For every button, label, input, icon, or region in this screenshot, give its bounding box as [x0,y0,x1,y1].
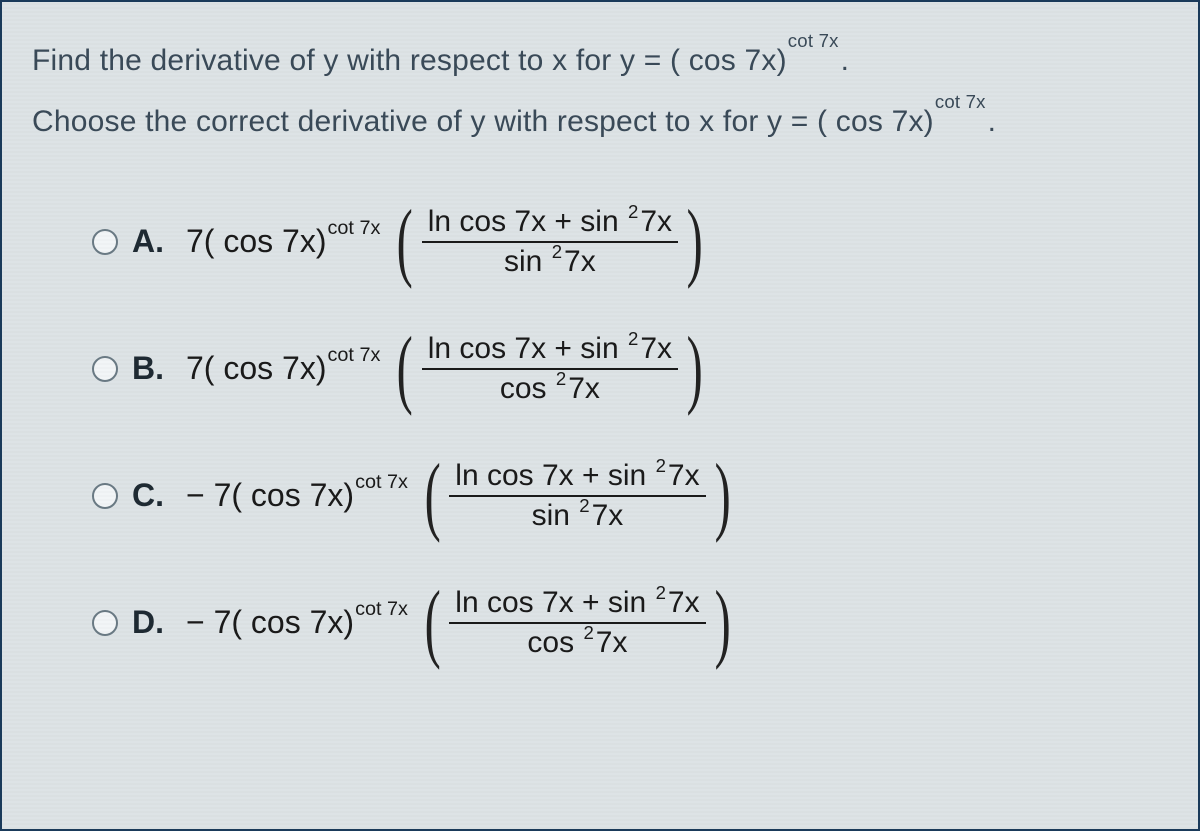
num-c-1: ln cos 7x + sin [455,459,646,493]
exp-d: cot 7x [355,598,408,621]
exp-b: cot 7x [327,344,380,367]
radio-d[interactable] [92,610,118,636]
fraction-c: ln cos 7x + sin 27x sin 27x [449,457,705,535]
fraction-a: ln cos 7x + sin 27x sin 27x [422,203,678,281]
left-paren-icon: ( [397,338,413,400]
den-a-1: sin [504,245,542,279]
den-c-2: 7x [592,499,624,533]
exp-a: cot 7x [327,217,380,240]
den-b-sup: 2 [556,368,566,390]
option-d[interactable]: D. − 7( cos 7x)cot 7x ( ln cos 7x + sin … [92,570,1168,675]
right-paren-icon: ) [714,465,730,527]
den-c-sup: 2 [579,495,589,517]
num-d-1: ln cos 7x + sin [455,586,646,620]
subprompt-exponent: cot 7x [935,91,986,112]
option-d-expression: − 7( cos 7x)cot 7x ( ln cos 7x + sin 27x… [186,584,737,662]
prompt-exponent: cot 7x [788,30,839,51]
coef-a: 7( cos 7x) [186,223,326,260]
option-b-expression: 7( cos 7x)cot 7x ( ln cos 7x + sin 27x c… [186,330,709,408]
right-paren-icon: ) [687,338,703,400]
option-letter-a: A. [132,223,172,260]
option-b[interactable]: B. 7( cos 7x)cot 7x ( ln cos 7x + sin 27… [92,316,1168,421]
num-c-2: 7x [668,459,700,493]
num-a-1: ln cos 7x + sin [428,205,619,239]
den-d-1: cos [527,626,574,660]
coef-c: − 7( cos 7x) [186,477,354,514]
subprompt-text: Choose the correct derivative of y with … [32,105,934,138]
den-c-1: sin [532,499,570,533]
option-c-expression: − 7( cos 7x)cot 7x ( ln cos 7x + sin 27x… [186,457,737,535]
num-d-2: 7x [668,586,700,620]
coef-d: − 7( cos 7x) [186,604,354,641]
exp-c: cot 7x [355,471,408,494]
num-a-2: 7x [640,205,672,239]
num-a-sup: 2 [628,201,638,223]
den-b-1: cos [500,372,547,406]
left-paren-icon: ( [397,211,413,273]
den-a-2: 7x [564,245,596,279]
num-b-2: 7x [640,332,672,366]
den-d-sup: 2 [583,622,593,644]
option-a[interactable]: A. 7( cos 7x)cot 7x ( ln cos 7x + sin 27… [92,189,1168,294]
den-a-sup: 2 [552,241,562,263]
den-d-2: 7x [596,626,628,660]
option-a-expression: 7( cos 7x)cot 7x ( ln cos 7x + sin 27x s… [186,203,709,281]
num-b-1: ln cos 7x + sin [428,332,619,366]
question-page: Find the derivative of y with respect to… [0,0,1200,831]
coef-b: 7( cos 7x) [186,350,326,387]
options-group: A. 7( cos 7x)cot 7x ( ln cos 7x + sin 27… [32,189,1168,675]
num-d-sup: 2 [656,582,666,604]
radio-a[interactable] [92,229,118,255]
den-b-2: 7x [568,372,600,406]
fraction-d: ln cos 7x + sin 27x cos 27x [449,584,705,662]
question-subprompt: Choose the correct derivative of y with … [32,103,1168,139]
option-c[interactable]: C. − 7( cos 7x)cot 7x ( ln cos 7x + sin … [92,443,1168,548]
fraction-b: ln cos 7x + sin 27x cos 27x [422,330,678,408]
left-paren-icon: ( [425,465,441,527]
option-letter-b: B. [132,350,172,387]
radio-c[interactable] [92,483,118,509]
question-prompt: Find the derivative of y with respect to… [32,42,1168,78]
prompt-text: Find the derivative of y with respect to… [32,44,787,77]
option-letter-d: D. [132,604,172,641]
left-paren-icon: ( [425,592,441,654]
num-b-sup: 2 [628,328,638,350]
right-paren-icon: ) [714,592,730,654]
right-paren-icon: ) [687,211,703,273]
radio-b[interactable] [92,356,118,382]
num-c-sup: 2 [656,455,666,477]
option-letter-c: C. [132,477,172,514]
